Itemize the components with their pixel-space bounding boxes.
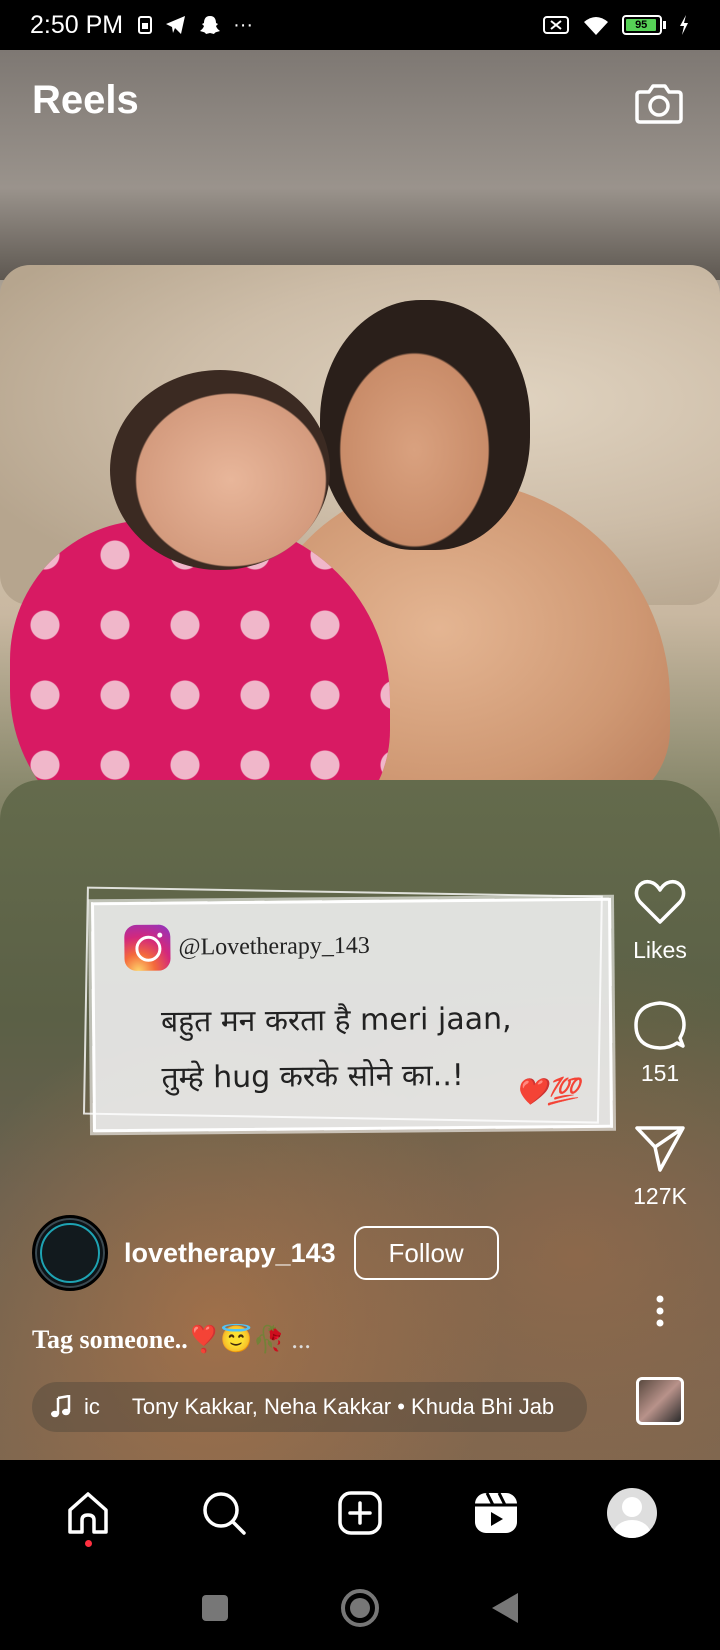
caption[interactable]: Tag someone..❣️😇🥀 ...	[32, 1325, 311, 1355]
instagram-logo-icon	[124, 924, 171, 971]
battery-icon: 95	[622, 15, 666, 35]
comments-count: 151	[640, 1060, 680, 1086]
more-options-icon[interactable]	[654, 1293, 666, 1329]
back-icon[interactable]	[490, 1591, 520, 1625]
nav-home[interactable]	[60, 1485, 116, 1547]
nav-create[interactable]	[332, 1485, 388, 1541]
nav-reels[interactable]	[468, 1485, 524, 1541]
comment-icon	[634, 1001, 686, 1050]
bottom-nav	[0, 1460, 720, 1566]
home-button-icon[interactable]	[340, 1588, 380, 1628]
home-notification-dot	[85, 1540, 92, 1547]
send-icon	[635, 1126, 685, 1172]
author-username[interactable]: lovetherapy_143	[124, 1238, 336, 1269]
like-button[interactable]: Likes	[632, 875, 688, 964]
author-row: lovetherapy_143 Follow	[32, 1215, 499, 1291]
share-button[interactable]: 127K	[632, 1121, 688, 1210]
quote-header: @Lovetherapy_143	[124, 923, 370, 971]
sim-icon	[138, 16, 153, 34]
recents-icon[interactable]	[200, 1593, 230, 1623]
system-nav	[0, 1566, 720, 1650]
nav-search[interactable]	[196, 1485, 252, 1541]
snapchat-icon	[200, 16, 221, 34]
profile-avatar	[607, 1488, 657, 1538]
comment-button[interactable]: 151	[632, 998, 688, 1087]
action-rail: Likes 151 127K	[620, 875, 700, 1210]
likes-label: Likes	[633, 937, 687, 963]
home-icon	[68, 1492, 108, 1534]
music-pill[interactable]: ic Tony Kakkar, Neha Kakkar • Khuda Bhi …	[32, 1382, 587, 1432]
page-title: Reels	[32, 78, 139, 122]
status-right-icons: 95	[542, 14, 690, 36]
wifi-icon	[584, 17, 608, 35]
create-icon	[338, 1491, 382, 1535]
heart-icon	[634, 879, 686, 924]
charging-icon	[680, 15, 688, 35]
music-track: Tony Kakkar, Neha Kakkar • Khuda Bhi Jab	[131, 1394, 555, 1419]
avatar[interactable]	[32, 1215, 108, 1291]
search-icon	[203, 1492, 246, 1535]
follow-button[interactable]: Follow	[353, 1226, 499, 1280]
quote-handle: @Lovetherapy_143	[178, 932, 370, 961]
shares-count: 127K	[633, 1183, 687, 1209]
more-icon: ···	[233, 13, 254, 36]
caption-text: Tag someone..❣️😇🥀	[32, 1325, 285, 1354]
audio-thumbnail[interactable]	[636, 1377, 684, 1425]
nav-profile[interactable]	[604, 1485, 660, 1541]
camera-icon[interactable]	[634, 78, 684, 128]
music-note-icon	[51, 1395, 71, 1418]
quote-card: @Lovetherapy_143 बहुत मन करता है meri ja…	[91, 897, 613, 1133]
quote-emoji: ❤️💯	[514, 1076, 580, 1107]
caption-more[interactable]: ...	[291, 1325, 311, 1354]
battery-level: 95	[626, 19, 657, 31]
no-sim-icon	[543, 16, 569, 34]
telegram-icon	[166, 16, 186, 34]
music-short: ic	[84, 1394, 100, 1419]
reels-icon	[475, 1492, 517, 1533]
video-person-a-head	[110, 370, 330, 570]
status-left-icons: ···	[137, 14, 253, 37]
video-person-b-head	[320, 300, 530, 550]
status-time: 2:50 PM	[30, 10, 124, 39]
status-bar: 2:50 PM ··· 95	[0, 0, 720, 50]
